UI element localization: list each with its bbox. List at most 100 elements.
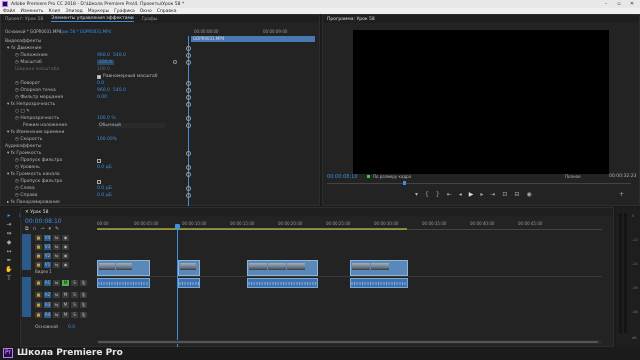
keyframe-nav-icon[interactable]	[173, 60, 177, 64]
stopwatch-icon[interactable]: ◷	[15, 53, 19, 58]
reset-icon[interactable]	[186, 46, 191, 51]
stopwatch-icon[interactable]: ◷	[15, 179, 19, 184]
track-target-a3[interactable]: A3	[44, 302, 51, 308]
menu-markers[interactable]: Маркеры	[88, 9, 109, 14]
export-frame-icon[interactable]: ◉	[526, 191, 538, 198]
lift-icon[interactable]: ⊡	[502, 191, 514, 198]
menu-help[interactable]: Справка	[157, 9, 177, 14]
mark-in-bracket-icon[interactable]: {	[425, 191, 436, 198]
timeline-playhead[interactable]	[177, 229, 178, 347]
track-lock-icon[interactable]: 🔒	[35, 235, 42, 241]
motion-section[interactable]: ▾ fx Движение	[7, 45, 42, 52]
menu-file[interactable]: Файл	[3, 9, 15, 14]
opacity-section[interactable]: ▾ fx Непрозрачность	[7, 101, 55, 108]
eye-icon[interactable]: ◉	[62, 235, 69, 241]
go-to-out-icon[interactable]: ⇥	[490, 191, 502, 198]
sequence-clip-label[interactable]: Урок 58 * GOPR0031.MP4	[59, 29, 111, 34]
reset-icon[interactable]	[186, 151, 191, 156]
track-lock-icon[interactable]: 🔒	[35, 280, 42, 286]
right-value[interactable]: 0.0 дБ	[97, 193, 112, 198]
sync-lock-icon[interactable]: ⇆	[53, 262, 60, 268]
reset-icon[interactable]	[186, 95, 191, 100]
speed-value[interactable]: 100.00%	[97, 137, 117, 142]
track-lock-icon[interactable]: 🔒	[35, 292, 42, 298]
program-timecode[interactable]: 00:00:08:10	[327, 174, 358, 180]
panner-section[interactable]: ▸ fx Панорамирование	[7, 199, 60, 206]
quality-select[interactable]: Полное	[565, 174, 581, 179]
mark-in-icon[interactable]: ▾	[415, 191, 425, 198]
go-to-in-icon[interactable]: ⇤	[447, 191, 459, 198]
step-forward-icon[interactable]: ▸	[480, 191, 490, 198]
mute-button[interactable]: M	[62, 302, 69, 308]
stopwatch-icon[interactable]: ◷	[15, 158, 19, 163]
track-lock-icon[interactable]: 🔒	[35, 253, 42, 259]
menu-graphics[interactable]: Графика	[114, 9, 135, 14]
timeline-scroll-thumb[interactable]	[98, 341, 598, 343]
track-lock-icon[interactable]: 🔒	[35, 312, 42, 318]
track-select-icon[interactable]: ⇥	[5, 221, 13, 229]
time-remap-section[interactable]: ▾ fx Изменение времени	[7, 129, 64, 136]
ripple-edit-icon[interactable]: ⇹	[5, 230, 13, 238]
flicker-value[interactable]: 0.00	[97, 95, 107, 100]
tab-program[interactable]: Программа: Урок 58	[327, 17, 375, 22]
solo-button[interactable]: S	[71, 292, 78, 298]
stopwatch-icon[interactable]: ◷	[15, 137, 19, 142]
mini-clip-bar[interactable]: GOPR0031.MP4	[191, 36, 315, 42]
source-patch-audio[interactable]	[22, 277, 31, 317]
mute-button[interactable]: M	[62, 280, 69, 286]
voiceover-mic-icon[interactable]: 🎙	[80, 292, 87, 298]
stopwatch-icon[interactable]: ◷	[15, 81, 19, 86]
anchor-y-value[interactable]: 540.0	[113, 88, 126, 93]
mark-out-icon[interactable]: }	[436, 191, 447, 198]
source-patch-video[interactable]	[22, 234, 31, 270]
minimize-icon[interactable]: –	[600, 0, 612, 8]
video-clip[interactable]	[350, 260, 408, 276]
tab-effect-controls[interactable]: Элементы управления эффектами	[51, 16, 134, 22]
reset-icon[interactable]	[186, 186, 191, 191]
track-lock-icon[interactable]: 🔒	[35, 262, 42, 268]
menu-window[interactable]: Окно	[140, 9, 152, 14]
bypass-checkbox[interactable]	[97, 158, 101, 163]
track-lock-icon[interactable]: 🔒	[35, 302, 42, 308]
menu-clip[interactable]: Клип	[49, 9, 61, 14]
anchor-x-value[interactable]: 960.0	[97, 88, 110, 93]
reset-icon[interactable]	[186, 53, 191, 58]
reset-icon[interactable]	[186, 116, 191, 121]
track-lock-icon[interactable]: 🔒	[35, 244, 42, 250]
reset-icon[interactable]	[186, 60, 191, 65]
voiceover-mic-icon[interactable]: 🎙	[80, 280, 87, 286]
voiceover-mic-icon[interactable]: 🎙	[80, 302, 87, 308]
pen-tool-icon[interactable]: ✒	[5, 257, 13, 265]
scale-value[interactable]: 100.0	[97, 60, 114, 65]
audio-clip[interactable]	[178, 278, 200, 288]
menu-sequence[interactable]: Эпизод	[65, 9, 82, 14]
sync-lock-icon[interactable]: ⇆	[53, 244, 60, 250]
eye-icon[interactable]: ◉	[62, 253, 69, 259]
sync-lock-icon[interactable]: ⇆	[53, 302, 60, 308]
razor-tool-icon[interactable]: ◆	[5, 239, 13, 247]
opacity-value[interactable]: 100.0 %	[97, 116, 116, 121]
rotation-value[interactable]: 0.0	[97, 81, 104, 86]
video-clip[interactable]	[178, 260, 200, 276]
selection-tool-icon[interactable]: ▸	[5, 212, 13, 220]
sync-lock-icon[interactable]: ⇆	[53, 312, 60, 318]
step-back-icon[interactable]: ◂	[459, 191, 469, 198]
reset-icon[interactable]	[186, 165, 191, 170]
pen-mask-icon[interactable]: ✎	[26, 109, 30, 114]
sync-lock-icon[interactable]: ⇆	[53, 235, 60, 241]
mute-button[interactable]: M	[62, 312, 69, 318]
tab-graphs[interactable]: Графы	[142, 17, 158, 22]
audio-clip[interactable]	[350, 278, 408, 288]
program-playhead[interactable]	[403, 181, 406, 185]
sync-lock-icon[interactable]: ⇆	[53, 292, 60, 298]
left-value[interactable]: 0.0 дБ	[97, 186, 112, 191]
sync-lock-icon[interactable]: ⇆	[53, 280, 60, 286]
reset-icon[interactable]	[186, 88, 191, 93]
stopwatch-icon[interactable]: ◷	[15, 88, 19, 93]
channel-volume-section[interactable]: ▾ fx Громкость канала	[7, 171, 60, 178]
track-target-a1[interactable]: A1	[44, 280, 51, 286]
solo-button[interactable]: S	[71, 312, 78, 318]
menu-edit[interactable]: Изменить	[20, 9, 43, 14]
level-value[interactable]: 0.0 дБ	[97, 165, 112, 170]
play-icon[interactable]: ▶	[469, 191, 481, 198]
